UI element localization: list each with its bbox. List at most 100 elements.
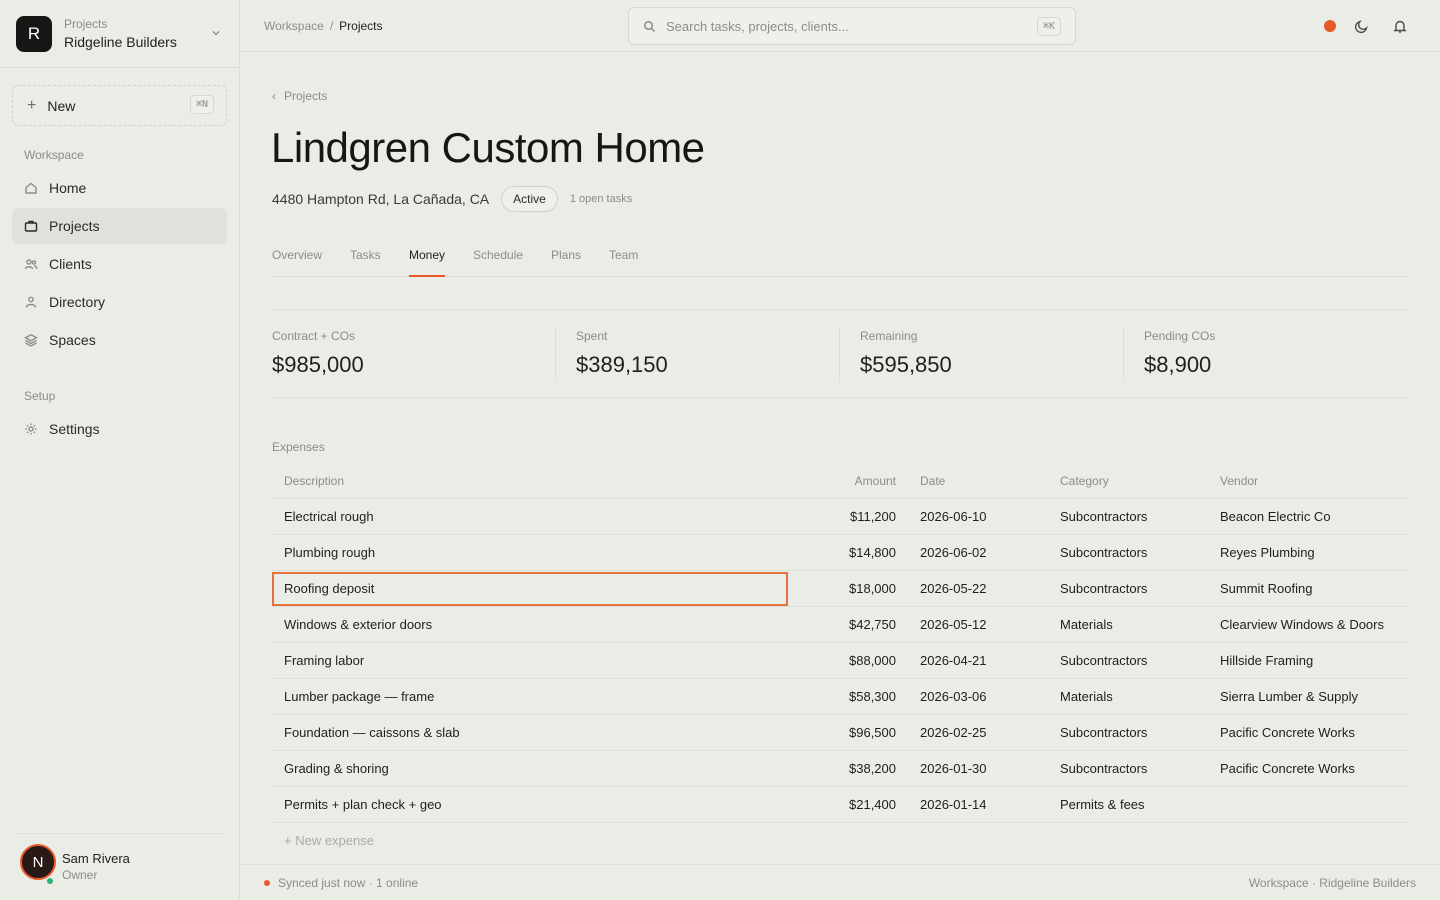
- cell-category[interactable]: Subcontractors: [1060, 535, 1147, 571]
- record-indicator[interactable]: [1324, 20, 1336, 32]
- stat-value: $985,000: [272, 352, 364, 377]
- cell-date[interactable]: 2026-04-21: [920, 643, 987, 679]
- column-header-amount[interactable]: Amount: [855, 463, 896, 499]
- table-row[interactable]: Plumbing rough $14,800 2026-06-02 Subcon…: [272, 535, 1408, 571]
- cell-vendor[interactable]: Sierra Lumber & Supply: [1220, 679, 1358, 715]
- back-to-projects-link[interactable]: ‹ Projects: [272, 89, 327, 103]
- breadcrumb-projects[interactable]: Projects: [339, 19, 382, 33]
- sidebar-item-clients[interactable]: Clients: [12, 246, 227, 282]
- main-content: ‹ Projects Lindgren Custom Home 4480 Hamp…: [240, 52, 1440, 864]
- gear-icon: [25, 423, 37, 435]
- cell-amount[interactable]: $21,400: [849, 787, 896, 823]
- cell-date[interactable]: 2026-06-02: [920, 535, 987, 571]
- tab-team[interactable]: Team: [609, 248, 638, 277]
- sync-status: Synced just now · 1 online: [278, 876, 419, 890]
- breadcrumb-workspace[interactable]: Workspace: [264, 19, 324, 33]
- stat-label: Pending COs: [1144, 329, 1216, 343]
- org-switcher[interactable]: R Projects Ridgeline Builders: [0, 0, 239, 68]
- column-header-category[interactable]: Category: [1060, 463, 1109, 499]
- cell-category[interactable]: Subcontractors: [1060, 571, 1147, 607]
- cell-description[interactable]: Grading & shoring: [284, 751, 389, 787]
- user-card[interactable]: N Sam Rivera Owner: [16, 833, 224, 900]
- expenses-table: Description Amount Date Category Vendor …: [272, 463, 1408, 859]
- sidebar-item-projects[interactable]: Projects: [12, 208, 227, 244]
- cell-category[interactable]: Subcontractors: [1060, 751, 1147, 787]
- column-header-description[interactable]: Description: [284, 463, 344, 499]
- sidebar-item-settings[interactable]: Settings: [12, 411, 227, 447]
- cell-category[interactable]: Subcontractors: [1060, 715, 1147, 751]
- money-summary: Contract + COs $985,000 Spent $389,150 R…: [272, 309, 1408, 398]
- cell-vendor[interactable]: Summit Roofing: [1220, 571, 1312, 607]
- cell-description[interactable]: Lumber package — frame: [284, 679, 434, 715]
- cell-category[interactable]: Subcontractors: [1060, 643, 1147, 679]
- cell-amount[interactable]: $58,300: [849, 679, 896, 715]
- table-row[interactable]: Grading & shoring $38,200 2026-01-30 Sub…: [272, 751, 1408, 787]
- cell-category[interactable]: Subcontractors: [1060, 499, 1147, 535]
- cell-amount[interactable]: $96,500: [849, 715, 896, 751]
- cell-vendor[interactable]: Pacific Concrete Works: [1220, 715, 1355, 751]
- new-shortcut-hint: ⌘N: [189, 95, 214, 114]
- status-badge[interactable]: Active: [501, 186, 558, 212]
- cell-amount[interactable]: $11,200: [850, 499, 896, 535]
- cell-vendor[interactable]: Beacon Electric Co: [1220, 499, 1331, 535]
- table-row[interactable]: Permits + plan check + geo $21,400 2026-…: [272, 787, 1408, 823]
- sync-status-dot: [264, 880, 270, 886]
- column-header-vendor[interactable]: Vendor: [1220, 463, 1258, 499]
- cell-amount[interactable]: $38,200: [849, 751, 896, 787]
- cell-vendor[interactable]: Reyes Plumbing: [1220, 535, 1315, 571]
- new-button-label: New: [47, 97, 76, 114]
- cell-date[interactable]: 2026-05-12: [920, 607, 987, 643]
- cell-vendor[interactable]: Pacific Concrete Works: [1220, 751, 1355, 787]
- cell-vendor[interactable]: Hillside Framing: [1220, 643, 1313, 679]
- cell-date[interactable]: 2026-05-22: [920, 571, 987, 607]
- tab-money[interactable]: Money: [409, 248, 446, 277]
- cell-category[interactable]: Materials: [1060, 679, 1113, 715]
- home-icon: [25, 182, 37, 194]
- project-address: 4480 Hampton Rd, La Cañada, CA: [272, 191, 490, 207]
- sidebar-item-directory[interactable]: Directory: [12, 284, 227, 320]
- cell-category[interactable]: Materials: [1060, 607, 1113, 643]
- status-bar: Synced just now · 1 online Workspace · R…: [240, 864, 1440, 900]
- new-button[interactable]: + New ⌘N: [12, 85, 227, 126]
- search-input[interactable]: Search tasks, projects, clients... ⌘K: [628, 7, 1076, 45]
- cell-description[interactable]: Electrical rough: [284, 499, 374, 535]
- cell-amount[interactable]: $14,800: [849, 535, 896, 571]
- cell-date[interactable]: 2026-06-10: [920, 499, 987, 535]
- table-row[interactable]: Electrical rough $11,200 2026-06-10 Subc…: [272, 499, 1408, 535]
- sidebar-item-home[interactable]: Home: [12, 170, 227, 206]
- search-icon: [643, 20, 656, 32]
- tab-overview[interactable]: Overview: [272, 248, 322, 277]
- cell-date[interactable]: 2026-03-06: [920, 679, 987, 715]
- cell-vendor[interactable]: Clearview Windows & Doors: [1220, 607, 1384, 643]
- sidebar-item-spaces[interactable]: Spaces: [12, 322, 227, 358]
- cell-category[interactable]: Permits & fees: [1060, 787, 1145, 823]
- column-header-date[interactable]: Date: [920, 463, 945, 499]
- cell-description[interactable]: Windows & exterior doors: [284, 607, 432, 643]
- moon-icon[interactable]: [1354, 18, 1370, 34]
- cell-description[interactable]: Foundation — caissons & slab: [284, 715, 460, 751]
- sidebar-item-label: Projects: [49, 218, 100, 234]
- cell-description[interactable]: Framing labor: [284, 643, 364, 679]
- table-row[interactable]: Windows & exterior doors $42,750 2026-05…: [272, 607, 1408, 643]
- new-expense-button[interactable]: + New expense: [272, 823, 1408, 859]
- org-name: Ridgeline Builders: [64, 33, 177, 50]
- cell-amount[interactable]: $18,000: [849, 571, 896, 607]
- cell-date[interactable]: 2026-02-25: [920, 715, 987, 751]
- bell-icon[interactable]: [1392, 18, 1408, 34]
- cell-date[interactable]: 2026-01-14: [920, 787, 987, 823]
- cell-description[interactable]: Plumbing rough: [284, 535, 375, 571]
- table-row[interactable]: Framing labor $88,000 2026-04-21 Subcont…: [272, 643, 1408, 679]
- cell-date[interactable]: 2026-01-30: [920, 751, 987, 787]
- table-row-selected[interactable]: Roofing deposit $18,000 2026-05-22 Subco…: [272, 571, 1408, 607]
- tab-tasks[interactable]: Tasks: [350, 248, 381, 277]
- table-row[interactable]: Lumber package — frame $58,300 2026-03-0…: [272, 679, 1408, 715]
- tab-plans[interactable]: Plans: [551, 248, 581, 277]
- nav-section-workspace: Workspace: [24, 148, 84, 162]
- tab-schedule[interactable]: Schedule: [473, 248, 523, 277]
- online-status-dot: [46, 877, 54, 885]
- cell-description[interactable]: Permits + plan check + geo: [284, 787, 442, 823]
- cell-amount[interactable]: $88,000: [849, 643, 896, 679]
- table-row[interactable]: Foundation — caissons & slab $96,500 202…: [272, 715, 1408, 751]
- cell-description-editing[interactable]: Roofing deposit: [284, 571, 374, 607]
- cell-amount[interactable]: $42,750: [849, 607, 896, 643]
